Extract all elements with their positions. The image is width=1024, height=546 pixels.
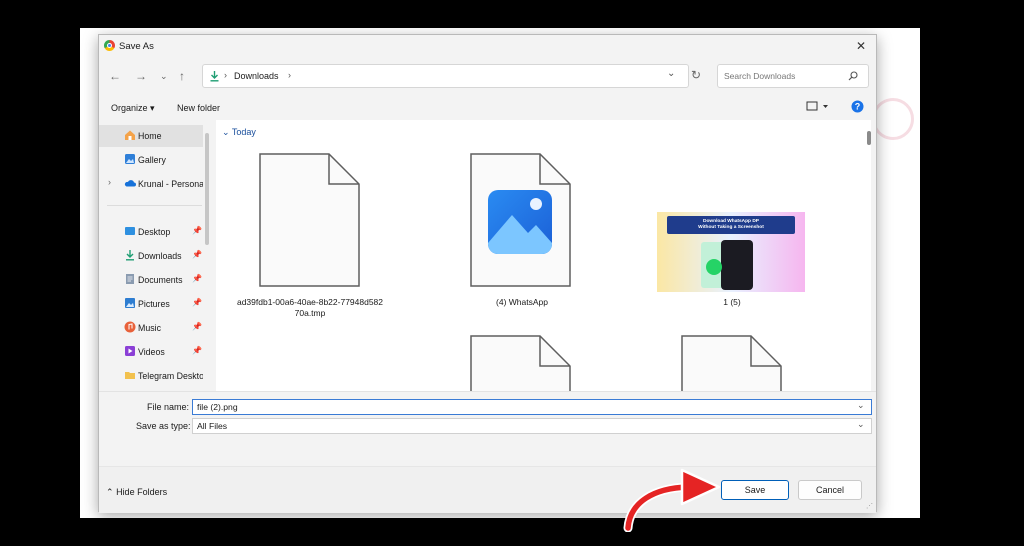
title-bar: Save As ✕ — [99, 35, 876, 57]
pin-icon: 📌 — [192, 274, 202, 283]
arrow-right-icon[interactable]: → — [135, 69, 147, 83]
file-name-label: 1 (5) — [723, 297, 741, 307]
blank-file-icon[interactable] — [470, 335, 572, 391]
divider — [107, 205, 202, 206]
whatsapp-icon — [706, 259, 722, 275]
file-name-label: File name: — [147, 402, 190, 412]
file-name-input[interactable]: file (2).png ⌄ — [192, 399, 872, 415]
resize-grip[interactable]: ⋰ — [866, 502, 873, 510]
pin-icon: 📌 — [192, 250, 202, 259]
dialog-title: Save As — [119, 41, 154, 52]
sidebar-item-desktop[interactable]: Desktop 📌 — [99, 221, 203, 243]
chevron-right-icon[interactable]: › — [108, 177, 111, 187]
image-thumbnail[interactable]: Download WhatsApp DP Without Taking a Sc… — [657, 212, 805, 292]
save-type-select[interactable]: All Files ⌄ — [192, 418, 872, 434]
file-name-value: file (2).png — [197, 402, 238, 412]
pin-icon: 📌 — [192, 346, 202, 355]
search-placeholder: Search Downloads — [724, 71, 796, 81]
sidebar-item-label: Gallery — [138, 155, 166, 165]
save-button[interactable]: Save — [721, 480, 789, 500]
group-header[interactable]: ⌄ Today — [222, 127, 256, 138]
cancel-button[interactable]: Cancel — [798, 480, 862, 500]
sidebar-scrollbar[interactable] — [205, 133, 209, 245]
refresh-icon[interactable]: ↻ — [691, 68, 701, 82]
pin-icon: 📌 — [192, 322, 202, 331]
arrow-up-icon[interactable]: ↑ — [179, 69, 185, 83]
save-form: File name: file (2).png ⌄ Save as type: … — [99, 391, 876, 513]
sidebar-item-onedrive[interactable]: › Krunal - Personal — [99, 173, 203, 195]
photos-file-icon — [470, 153, 571, 287]
chrome-icon — [104, 40, 115, 51]
breadcrumb-sep: › — [224, 70, 227, 80]
chevron-up-icon: ⌃ — [106, 487, 114, 497]
blank-file-icon — [259, 153, 360, 287]
chevron-down-icon[interactable]: ⌄ — [857, 419, 865, 430]
phone-graphic — [721, 240, 753, 290]
download-icon — [210, 71, 219, 82]
content-scrollbar[interactable] — [867, 131, 871, 145]
file-name-label: ad39fdb1-00a6-40ae-8b22-77948d582 70a.tm… — [236, 297, 384, 318]
group-header-label: Today — [231, 127, 256, 137]
desktop-icon — [125, 227, 135, 235]
sidebar-item-label: Krunal - Personal — [138, 179, 203, 189]
pin-icon: 📌 — [192, 226, 202, 235]
new-folder-button[interactable]: New folder — [177, 103, 220, 113]
organize-menu[interactable]: Organize ▾ — [111, 103, 155, 114]
onedrive-icon — [124, 180, 136, 187]
sidebar-item-telegram[interactable]: Telegram Desktop — [99, 365, 203, 387]
search-input[interactable]: Search Downloads — [717, 64, 869, 88]
address-bar[interactable]: › Downloads › ⌄ — [202, 64, 689, 88]
chevron-down-icon[interactable]: ⌄ — [160, 71, 168, 82]
file-item[interactable]: ad39fdb1-00a6-40ae-8b22-77948d582 70a.tm… — [225, 153, 395, 318]
breadcrumb-sep-2: › — [288, 70, 291, 80]
save-type-label: Save as type: — [136, 421, 191, 431]
sidebar-item-downloads[interactable]: Downloads 📌 — [99, 245, 203, 267]
chevron-down-icon[interactable]: ⌄ — [667, 68, 675, 79]
blank-file-icon[interactable] — [681, 335, 783, 391]
help-icon[interactable]: ? — [851, 100, 864, 113]
hide-folders-button[interactable]: ⌃ Hide Folders — [106, 487, 167, 498]
breadcrumb-downloads[interactable]: Downloads — [234, 71, 279, 81]
close-icon[interactable]: ✕ — [856, 39, 866, 53]
thumbnail-banner-text: Download WhatsApp DP Without Taking a Sc… — [667, 216, 795, 234]
sidebar-item-label: Home — [138, 131, 162, 141]
save-as-dialog: Save As ✕ ← → ⌄ ↑ › Downloads › ⌄ ↻ Sear… — [98, 34, 877, 513]
sidebar-item-videos[interactable]: Videos 📌 — [99, 341, 203, 363]
sidebar-item-documents[interactable]: Documents 📌 — [99, 269, 203, 291]
pictures-icon — [125, 298, 135, 308]
music-icon — [124, 321, 136, 333]
navigation-pane: Home Gallery › Krunal - Personal Desktop… — [99, 119, 214, 391]
gallery-icon — [125, 154, 135, 164]
sidebar-item-music[interactable]: Music 📌 — [99, 317, 203, 339]
pin-icon: 📌 — [192, 298, 202, 307]
sidebar-item-pictures[interactable]: Pictures 📌 — [99, 293, 203, 315]
hide-folders-label: Hide Folders — [116, 487, 168, 497]
videos-icon — [125, 346, 135, 356]
home-icon — [125, 130, 135, 140]
search-icon — [848, 71, 858, 81]
sidebar-item-home[interactable]: Home — [99, 125, 203, 147]
download-icon — [126, 250, 134, 261]
sidebar-item-gallery[interactable]: Gallery — [99, 149, 203, 171]
view-options-icon[interactable] — [806, 101, 830, 112]
chevron-down-icon[interactable]: ⌄ — [857, 400, 865, 411]
documents-icon — [126, 274, 134, 284]
arrow-left-icon[interactable]: ← — [109, 69, 121, 83]
background-decoration — [872, 98, 914, 140]
red-arrow-annotation — [623, 468, 721, 532]
folder-icon — [125, 372, 135, 379]
file-name-label: (4) WhatsApp — [496, 297, 548, 307]
chevron-down-icon: ⌄ — [222, 127, 230, 137]
file-item[interactable]: (4) WhatsApp — [437, 153, 607, 313]
svg-text:?: ? — [855, 102, 861, 112]
sidebar-item-label: Telegram Desktop — [138, 371, 203, 381]
save-type-value: All Files — [197, 421, 228, 431]
